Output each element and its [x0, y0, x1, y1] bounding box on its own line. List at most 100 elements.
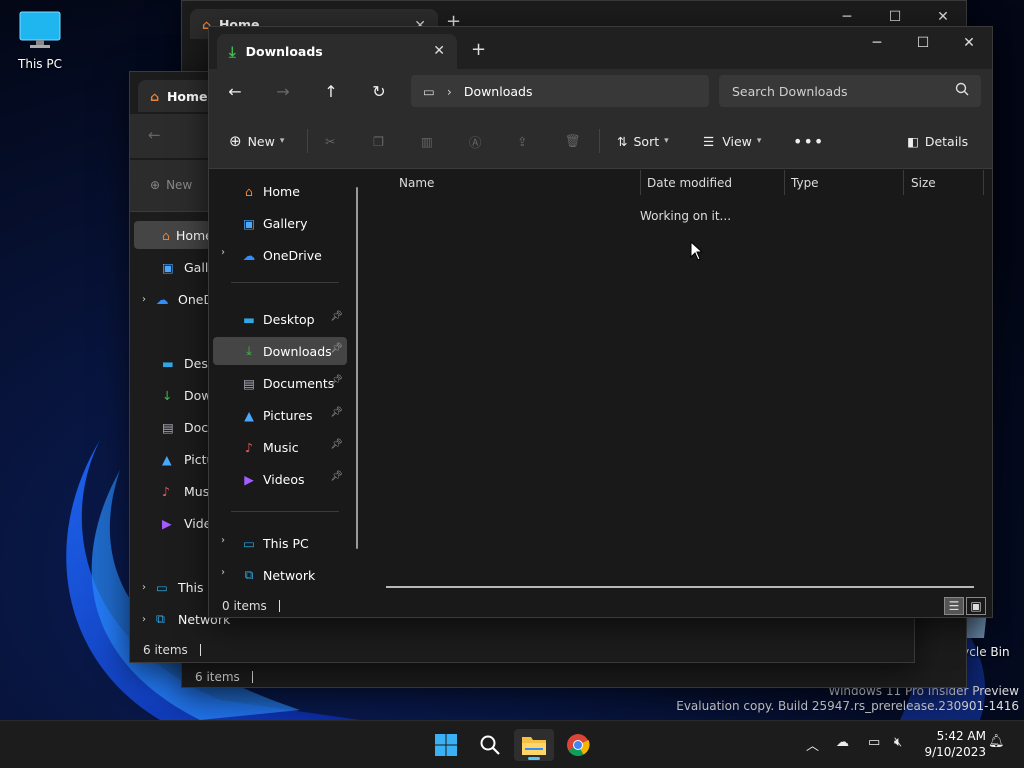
command-bar: ⊕ New ▾ ✂ ❐ ▥ Ⓐ ⇪ 🗑︎ ⇅ Sort ▾ ☰ View ▾ •… [209, 113, 992, 169]
close-window-icon[interactable]: ✕ [946, 27, 992, 59]
more-options-icon[interactable]: ••• [793, 127, 824, 155]
pin-icon[interactable]: 📌︎ [330, 407, 343, 418]
horizontal-scrollbar[interactable] [386, 586, 974, 588]
video-icon: ▶ [162, 515, 172, 531]
notification-bell-icon[interactable]: 🔔︎ [988, 734, 1005, 749]
cloud-icon: ☁ [242, 247, 256, 263]
pin-icon[interactable]: 📌︎ [330, 311, 343, 322]
view-button[interactable]: ☰ View ▾ [703, 127, 761, 155]
forward-icon[interactable]: → [267, 77, 299, 105]
view-list-icon: ☰ [703, 133, 715, 149]
clock-date: 9/10/2023 [924, 745, 986, 759]
onedrive-status-icon[interactable]: ☁ [836, 735, 849, 750]
explorer-window-downloads[interactable]: ⤓ Downloads ✕ + ─ ☐ ✕ ← → ↑ ↻ ▭ › Downlo… [208, 26, 993, 618]
desktop-icon-this-pc[interactable]: This PC [0, 10, 80, 71]
details-view-icon[interactable]: ☰ [944, 597, 964, 615]
sidebar-item-pictures[interactable]: ▲ Pictures 📌︎ [213, 401, 347, 429]
sidebar-item-onedrive[interactable]: › ☁OneDrive [213, 241, 347, 269]
chrome-icon [567, 734, 590, 756]
pin-icon[interactable]: 📌︎ [330, 375, 343, 386]
refresh-icon[interactable]: ↻ [363, 77, 395, 105]
back-icon[interactable]: ← [148, 126, 161, 144]
pin-icon[interactable]: 📌︎ [330, 471, 343, 482]
start-button[interactable] [426, 729, 466, 761]
home-icon: ⌂ [245, 183, 253, 199]
network-status-icon[interactable]: ▭ [868, 735, 880, 750]
rename-icon[interactable]: Ⓐ [469, 127, 482, 155]
chevron-right-icon[interactable]: › [142, 614, 146, 625]
status-bar: 6 items [182, 665, 966, 689]
clock-time: 5:42 AM [936, 729, 986, 743]
sidebar-item-this-pc[interactable]: › ▭ This PC [213, 529, 347, 557]
up-icon[interactable]: ↑ [315, 77, 347, 105]
search-input[interactable]: Search Downloads [719, 75, 981, 107]
tab-title: Home [166, 88, 208, 104]
taskbar-file-explorer[interactable] [514, 729, 554, 761]
monitor-icon: ▭ [423, 83, 435, 99]
sidebar-item-music[interactable]: ♪ Music 📌︎ [213, 433, 347, 461]
sidebar-item-documents[interactable]: ▤ Documents 📌︎ [213, 369, 347, 397]
new-button[interactable]: ⊕ New ▾ [229, 127, 284, 155]
show-hidden-icons-chevron-up-icon[interactable]: ︿ [806, 735, 819, 754]
tab-home-middle[interactable]: ⌂ Home [138, 80, 218, 112]
chevron-right-icon[interactable]: › [221, 567, 225, 578]
volume-muted-icon[interactable]: 🔇︎ [894, 735, 902, 750]
monitor-icon: ▭ [243, 535, 255, 551]
column-header-name[interactable]: Name [391, 170, 639, 195]
loading-message: Working on it... [640, 209, 732, 223]
new-tab-icon[interactable]: + [471, 39, 486, 60]
search-icon [480, 735, 500, 755]
pin-icon[interactable]: 📌︎ [330, 439, 343, 450]
delete-icon[interactable]: 🗑︎ [565, 127, 581, 155]
sidebar-item-home[interactable]: ⌂ Home [134, 221, 213, 249]
sidebar-item-desktop[interactable]: ▬ Desktop 📌︎ [213, 305, 347, 333]
column-header-date-modified[interactable]: Date modified [639, 170, 783, 195]
navigation-bar: ← → ↑ ↻ ▭ › Downloads Search Downloads [209, 69, 992, 113]
sidebar-scrollbar[interactable] [356, 187, 358, 549]
column-header-size[interactable]: Size [903, 170, 983, 195]
back-icon[interactable]: ← [219, 77, 251, 105]
share-icon[interactable]: ⇪ [517, 127, 527, 155]
status-bar: 6 items [130, 638, 914, 662]
chevron-right-icon[interactable]: › [447, 84, 452, 99]
address-location[interactable]: Downloads [464, 84, 533, 99]
chevron-down-icon: ▾ [756, 136, 762, 146]
paste-icon[interactable]: ▥ [421, 127, 433, 155]
document-icon: ▤ [162, 419, 174, 435]
sidebar-item-videos[interactable]: ▶ Videos 📌︎ [213, 465, 347, 493]
monitor-icon [19, 11, 61, 48]
taskbar-chrome[interactable] [558, 729, 598, 761]
tab-title: Downloads [245, 44, 323, 59]
minimize-icon[interactable]: ─ [854, 27, 900, 59]
taskbar-clock[interactable]: 5:42 AM 9/10/2023 [924, 728, 986, 760]
tab-downloads[interactable]: ⤓ Downloads ✕ [217, 34, 457, 69]
plus-circle-icon: ⊕ [150, 178, 161, 192]
sidebar-item-home[interactable]: ⌂ Home [213, 177, 347, 205]
new-button[interactable]: ⊕ New [150, 178, 192, 192]
pin-icon[interactable]: 📌︎ [330, 343, 343, 354]
sidebar-item-gallery[interactable]: ▣ Gallery [213, 209, 347, 237]
mouse-cursor-icon [690, 241, 704, 261]
close-tab-icon[interactable]: ✕ [433, 43, 445, 59]
details-button[interactable]: ◧ Details [907, 127, 968, 155]
column-header-type[interactable]: Type [783, 170, 903, 195]
music-icon: ♪ [245, 439, 253, 455]
video-icon: ▶ [244, 471, 254, 487]
chevron-right-icon[interactable]: › [221, 247, 225, 258]
copy-icon[interactable]: ❐ [373, 127, 384, 155]
home-icon: ⌂ [150, 88, 159, 104]
taskbar-search-button[interactable] [470, 729, 510, 761]
maximize-icon[interactable]: ☐ [900, 27, 946, 59]
tiles-view-icon[interactable]: ▣ [966, 597, 986, 615]
sidebar-item-network[interactable]: › ⧉ Network [213, 561, 347, 589]
chevron-right-icon[interactable]: › [221, 535, 225, 546]
download-icon: ⤓ [246, 343, 252, 358]
windows-logo-icon [435, 734, 457, 756]
address-bar[interactable]: ▭ › Downloads [411, 75, 709, 107]
chevron-right-icon[interactable]: › [142, 582, 146, 593]
sidebar-item-downloads[interactable]: ⤓ Downloads 📌︎ [213, 337, 347, 365]
chevron-right-icon[interactable]: › [142, 294, 146, 305]
cut-icon[interactable]: ✂ [325, 127, 335, 155]
network-icon: ⧉ [156, 611, 165, 626]
sort-button[interactable]: ⇅ Sort ▾ [617, 127, 669, 155]
